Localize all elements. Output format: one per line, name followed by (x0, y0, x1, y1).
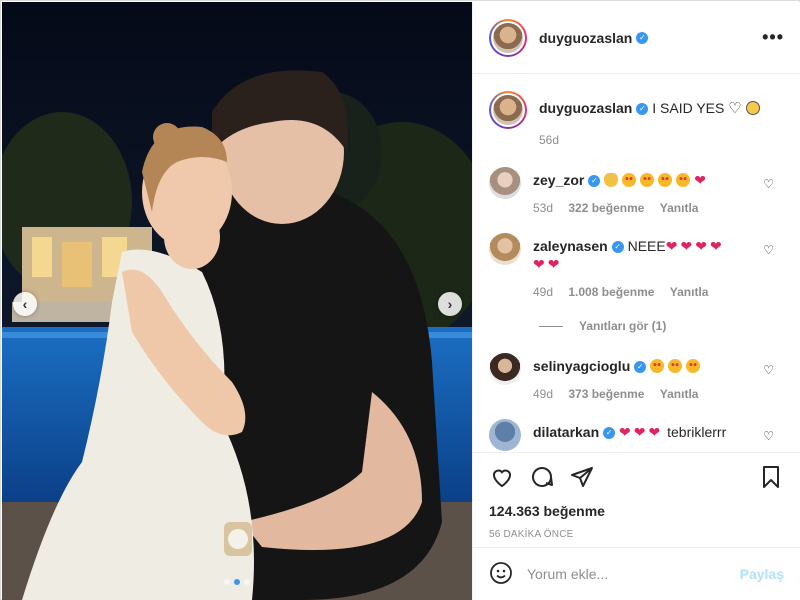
comment-like-icon[interactable]: ♡ (763, 363, 774, 377)
verified-badge-icon: ✓ (588, 175, 601, 188)
avatar[interactable] (489, 167, 521, 199)
blush-face-emoji-icon (745, 101, 760, 115)
comment-item: zey_zor ✓ ❤ 53d 322 beğenme Yanıtla ♡ (473, 165, 800, 217)
post-actions: 124.363 beğenme 56 DAKİKA ÖNCE (473, 452, 800, 540)
red-heart-emoji-icon: ❤ (709, 238, 722, 254)
reply-button[interactable]: Yanıtla (670, 285, 709, 299)
comments-list[interactable]: duyguozaslan ✓ I SAID YES ♡ 56d zey_zor ✓ … (473, 75, 800, 452)
photo-illustration (2, 2, 472, 600)
caption-age: 56d (539, 133, 560, 147)
comment-meta: 49d 373 beğenme Yanıtla (533, 385, 763, 403)
share-icon[interactable] (569, 464, 595, 490)
star-eyes-emoji-icon (640, 173, 655, 187)
post-header: duyguozaslan ✓ ••• (473, 2, 800, 74)
post-dialog: ‹ › duyguozaslan ✓ ••• duyguozaslan ✓ I … (0, 0, 800, 600)
post-comment-button[interactable]: Paylaş (740, 566, 784, 582)
comment-username[interactable]: zey_zor (533, 172, 584, 188)
post-photo[interactable]: ‹ › (2, 2, 472, 600)
caption-text: I SAID YES (652, 100, 725, 116)
red-heart-emoji-icon: ❤ (680, 238, 693, 254)
post-side-panel: duyguozaslan ✓ ••• duyguozaslan ✓ I SAID … (472, 2, 800, 600)
red-heart-emoji-icon: ❤ (619, 424, 631, 440)
comment-likes[interactable]: 373 beğenme (568, 387, 644, 401)
star-eyes-emoji-icon (668, 359, 683, 373)
comment-age: 49d (533, 285, 554, 299)
verified-badge-icon: ✓ (611, 241, 624, 254)
red-heart-emoji-icon: ❤ (695, 238, 707, 254)
comment-username[interactable]: selinyagcioglu (533, 358, 630, 374)
add-comment-bar: Paylaş (473, 547, 800, 600)
comment-like-icon[interactable]: ♡ (763, 243, 774, 257)
caption-username[interactable]: duyguozaslan (539, 100, 632, 116)
verified-badge-icon: ✓ (634, 361, 647, 374)
red-heart-emoji-icon: ❤ (648, 424, 661, 440)
comment-likes[interactable]: 1.008 beğenme (568, 285, 654, 299)
next-slide-button[interactable]: › (438, 292, 462, 316)
post-caption: duyguozaslan ✓ I SAID YES ♡ 56d (473, 75, 800, 147)
comment-likes[interactable]: 322 beğenme (568, 201, 644, 215)
profile-picture (493, 95, 523, 125)
chevron-left-icon: ‹ (22, 296, 28, 312)
red-heart-emoji-icon: ❤ (533, 256, 545, 272)
caption-meta: 56d (539, 133, 764, 147)
comment-item: zaleynasen ✓ NEEE❤ ❤ ❤ ❤ ❤ ❤ 49d 1.008 beğenm… (473, 231, 800, 301)
comment-like-icon[interactable]: ♡ (763, 429, 774, 443)
comment-meta: 49d 1.008 beğenme Yanıtla (533, 283, 763, 301)
star-eyes-emoji-icon (658, 173, 673, 187)
comment-item: selinyagcioglu ✓ 49d 373 beğenme Yanıtla … (473, 351, 800, 403)
comment-age: 53d (533, 201, 554, 215)
red-heart-emoji-icon: ❤ (633, 424, 646, 440)
comment-age: 49d (533, 387, 554, 401)
avatar[interactable] (489, 233, 521, 265)
star-eyes-emoji-icon (622, 173, 637, 187)
avatar[interactable] (489, 91, 527, 129)
red-heart-emoji-icon: ❤ (694, 172, 706, 188)
heart-outline-emoji-icon: ♡ (728, 100, 742, 117)
view-replies-label: Yanıtları gör (1) (579, 319, 667, 333)
carousel-indicator (224, 579, 250, 585)
avatar[interactable] (489, 353, 521, 385)
comment-username[interactable]: dilatarkan (533, 424, 599, 440)
star-eyes-emoji-icon (686, 359, 701, 373)
emoji-icon[interactable] (489, 561, 513, 588)
red-heart-emoji-icon: ❤ (665, 238, 678, 254)
carousel-dot (224, 579, 230, 585)
red-heart-emoji-icon: ❤ (547, 256, 560, 272)
author-username[interactable]: duyguozaslan (539, 30, 632, 46)
comment-text: tebriklerrr (667, 424, 727, 440)
avatar[interactable] (489, 18, 527, 57)
replies-divider (539, 325, 563, 327)
previous-slide-button[interactable]: ‹ (13, 292, 37, 316)
comment-item: dilatarkan ✓ ❤ ❤ ❤ tebriklerrr ♡ (473, 417, 800, 451)
profile-picture (493, 22, 523, 53)
comment-username[interactable]: zaleynasen (533, 238, 608, 254)
reply-button[interactable]: Yanıtla (660, 387, 699, 401)
post-timestamp: 56 DAKİKA ÖNCE (489, 529, 574, 540)
avatar[interactable] (489, 419, 521, 451)
carousel-dot-active (234, 579, 240, 585)
verified-badge-icon: ✓ (636, 103, 649, 116)
comment-icon[interactable] (529, 464, 555, 490)
more-options-icon[interactable]: ••• (762, 27, 784, 48)
comment-input[interactable] (527, 566, 740, 582)
comment-text: NEEE (627, 238, 666, 254)
star-eyes-emoji-icon (650, 359, 665, 373)
verified-badge-icon: ✓ (603, 427, 616, 440)
clapping-hands-emoji-icon (604, 173, 619, 187)
reply-button[interactable]: Yanıtla (660, 201, 699, 215)
likes-count[interactable]: 124.363 beğenme (489, 503, 784, 519)
verified-badge-icon: ✓ (636, 31, 649, 44)
carousel-dot (244, 579, 250, 585)
heart-icon[interactable] (489, 464, 515, 490)
view-replies-button[interactable]: Yanıtları gör (1) (473, 319, 800, 333)
comment-meta: 53d 322 beğenme Yanıtla (533, 199, 763, 217)
star-eyes-emoji-icon (676, 173, 691, 187)
bookmark-icon[interactable] (758, 464, 784, 490)
comment-like-icon[interactable]: ♡ (763, 177, 774, 191)
chevron-right-icon: › (447, 296, 453, 312)
